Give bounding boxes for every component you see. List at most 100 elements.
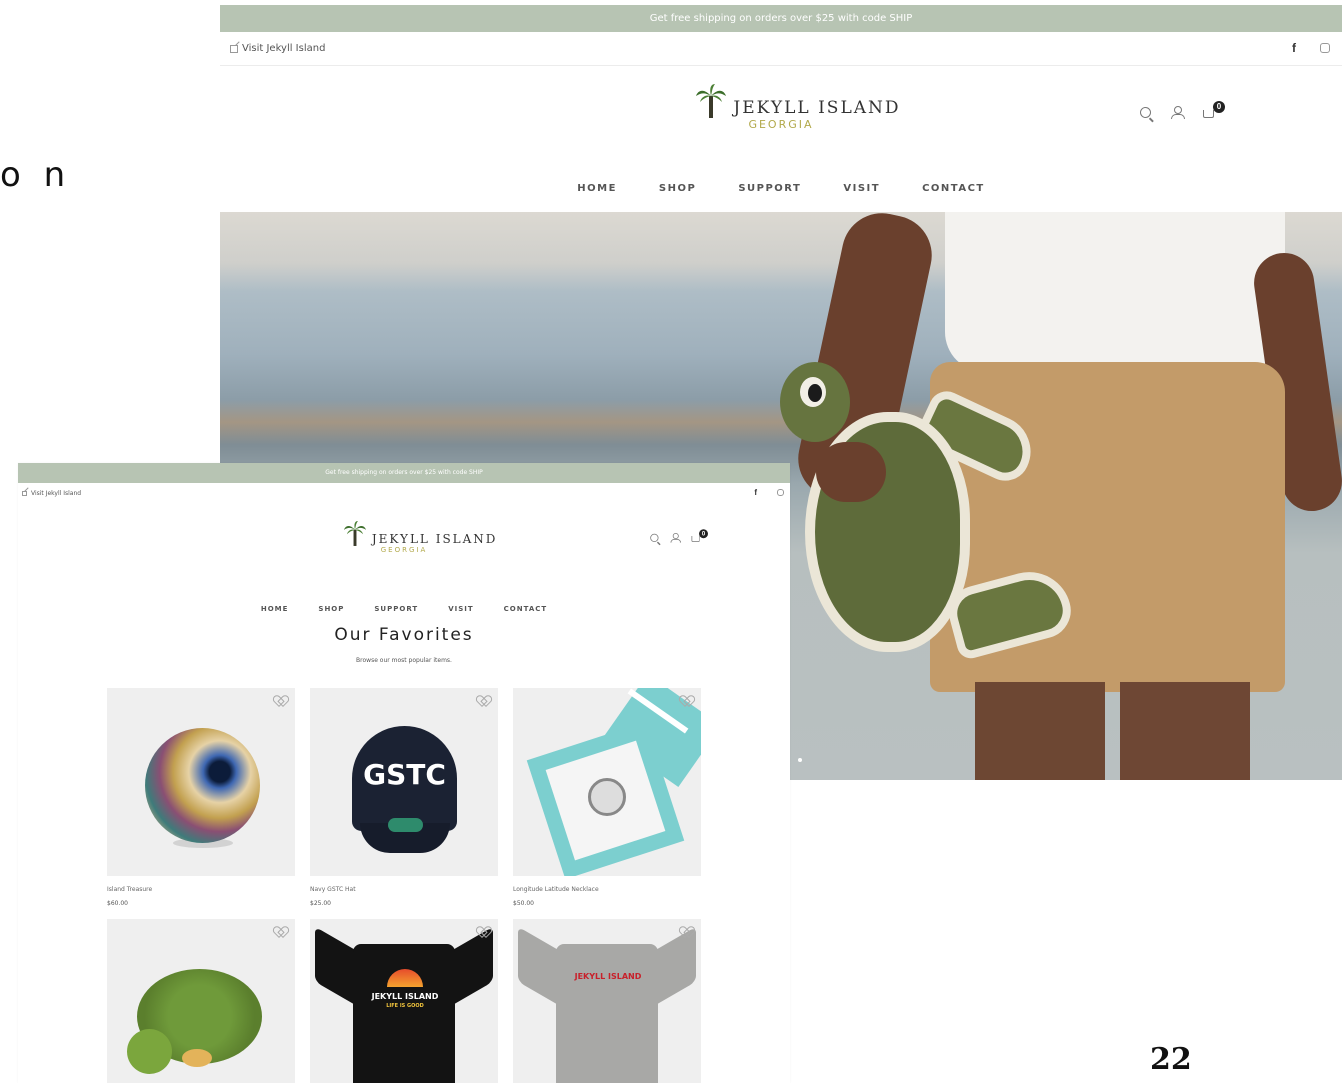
instagram-icon[interactable] <box>777 489 784 496</box>
hero-leg-right <box>1120 682 1250 780</box>
product-grid: Island Treasure $60.00 GSTC Navy GSTC Ha… <box>107 688 703 1083</box>
logo-subtext-small: GEORGIA <box>380 546 428 554</box>
social-links: f <box>1292 41 1330 55</box>
product-card[interactable]: Island Treasure $60.00 <box>107 688 295 907</box>
logo-text: JEKYLL ISLAND <box>733 98 901 118</box>
header-actions-small: 0 <box>650 528 708 543</box>
cart-icon <box>1203 109 1214 118</box>
product-name[interactable]: Navy GSTC Hat <box>310 886 498 893</box>
logo-subtext: GEORGIA <box>748 118 814 131</box>
nav-support[interactable]: SUPPORT <box>738 183 801 194</box>
external-link-icon <box>22 491 27 496</box>
cart-button[interactable]: 0 <box>1203 100 1225 119</box>
cart-button-small[interactable]: 0 <box>691 528 708 542</box>
utility-bar-small: Visit Jekyll Island f <box>18 483 790 507</box>
necklace-pendant <box>588 778 626 816</box>
cart-icon <box>691 535 700 542</box>
wishlist-heart-icon[interactable] <box>681 927 691 936</box>
account-icon[interactable] <box>670 533 681 543</box>
product-price: $25.00 <box>310 900 331 907</box>
hero-hand <box>816 442 886 502</box>
product-name[interactable]: Longitude Latitude Necklace <box>513 886 701 893</box>
tee-tagline: LIFE IS GOOD <box>386 1003 424 1009</box>
cart-count-badge-small: 0 <box>699 528 708 538</box>
carousel-dot[interactable] <box>798 758 802 762</box>
slide-page-number: 22 <box>1150 1042 1192 1077</box>
product-image-grey-tee[interactable]: JEKYLL ISLAND <box>513 919 701 1083</box>
nav-shop[interactable]: SHOP <box>318 605 344 613</box>
slide-canvas: o n 22 Get free shipping on orders over … <box>0 0 1342 1083</box>
wishlist-heart-icon[interactable] <box>275 696 285 705</box>
product-card[interactable]: GSTC Navy GSTC Hat $25.00 <box>310 688 498 907</box>
favorites-subtitle: Browse our most popular items. <box>356 657 452 664</box>
instagram-icon[interactable] <box>1320 43 1330 53</box>
wishlist-heart-icon[interactable] <box>275 927 285 936</box>
utility-bar: Visit Jekyll Island f <box>220 32 1342 66</box>
palm-tree-icon <box>344 521 366 546</box>
product-image-glass-orb[interactable] <box>107 688 295 876</box>
tee-print: JEKYLL ISLAND <box>371 992 439 1001</box>
main-nav: HOME SHOP SUPPORT VISIT CONTACT <box>220 183 1342 194</box>
visit-jekyll-link-small[interactable]: Visit Jekyll Island <box>22 490 81 497</box>
tee-print: JEKYLL ISLAND <box>574 972 642 981</box>
product-card[interactable]: Longitude Latitude Necklace $50.00 <box>513 688 701 907</box>
hero-shirt <box>945 212 1285 372</box>
plush-turtle-belly <box>182 1049 212 1067</box>
visit-link-label-small: Visit Jekyll Island <box>31 490 82 497</box>
black-tshirt: JEKYLL ISLAND LIFE IS GOOD <box>315 926 493 1083</box>
palm-tree-icon <box>696 84 726 118</box>
wishlist-heart-icon[interactable] <box>478 696 488 705</box>
product-card[interactable]: JEKYLL ISLAND LIFE IS GOOD <box>310 919 498 1083</box>
main-nav-small: HOME SHOP SUPPORT VISIT CONTACT <box>18 605 790 613</box>
site-logo[interactable]: JEKYLL ISLAND GEORGIA <box>696 84 899 131</box>
product-image-necklace[interactable] <box>513 688 701 876</box>
tee-body <box>556 944 658 1083</box>
glass-orb <box>145 728 260 843</box>
nav-visit[interactable]: VISIT <box>448 605 473 613</box>
favorites-title: Our Favorites <box>334 625 474 645</box>
facebook-icon[interactable]: f <box>754 488 757 497</box>
plush-turtle-head <box>127 1029 172 1074</box>
logo-wordmark: JEKYLL ISLAND <box>696 84 899 118</box>
product-image-black-tee[interactable]: JEKYLL ISLAND LIFE IS GOOD <box>310 919 498 1083</box>
account-icon[interactable] <box>1171 106 1185 119</box>
nav-shop[interactable]: SHOP <box>659 183 696 194</box>
search-icon[interactable] <box>650 533 659 542</box>
nav-support[interactable]: SUPPORT <box>374 605 418 613</box>
nav-visit[interactable]: VISIT <box>843 183 880 194</box>
cart-count-badge: 0 <box>1213 100 1225 113</box>
visit-jekyll-link[interactable]: Visit Jekyll Island <box>230 43 325 54</box>
product-image-plush-turtle[interactable] <box>107 919 295 1083</box>
logo-wordmark-small: JEKYLL ISLAND <box>344 521 495 546</box>
search-icon[interactable] <box>1140 107 1151 118</box>
hero-leg-left <box>975 682 1105 780</box>
nav-contact[interactable]: CONTACT <box>504 605 548 613</box>
hat-patch <box>388 818 423 832</box>
facebook-icon[interactable]: f <box>1292 41 1296 55</box>
slide-text-fragment: o n <box>0 155 72 195</box>
wishlist-heart-icon[interactable] <box>681 696 691 705</box>
external-link-icon <box>230 44 238 53</box>
social-links-small: f <box>754 488 784 497</box>
wishlist-heart-icon[interactable] <box>478 927 488 936</box>
nav-contact[interactable]: CONTACT <box>922 183 985 194</box>
favorites-screenshot: Get free shipping on orders over $25 wit… <box>18 463 790 1083</box>
shipping-banner: Get free shipping on orders over $25 wit… <box>220 5 1342 32</box>
product-card[interactable] <box>107 919 295 1083</box>
product-image-hat[interactable]: GSTC <box>310 688 498 876</box>
tee-body <box>353 944 455 1083</box>
product-price: $60.00 <box>107 900 128 907</box>
product-name[interactable]: Island Treasure <box>107 886 295 893</box>
product-card[interactable]: JEKYLL ISLAND <box>513 919 701 1083</box>
nav-home[interactable]: HOME <box>261 605 289 613</box>
plush-turtle-pupil <box>808 384 822 402</box>
site-logo-small[interactable]: JEKYLL ISLAND GEORGIA <box>344 521 495 554</box>
site-header: JEKYLL ISLAND GEORGIA 0 HOME SHOP SUPPOR… <box>220 66 1342 211</box>
nav-home[interactable]: HOME <box>577 183 617 194</box>
product-price: $50.00 <box>513 900 534 907</box>
logo-text-small: JEKYLL ISLAND <box>371 532 498 546</box>
header-actions: 0 <box>1140 100 1225 119</box>
visit-link-label: Visit Jekyll Island <box>242 43 326 54</box>
shipping-banner-small: Get free shipping on orders over $25 wit… <box>18 463 790 483</box>
hat-print: GSTC <box>363 758 446 791</box>
